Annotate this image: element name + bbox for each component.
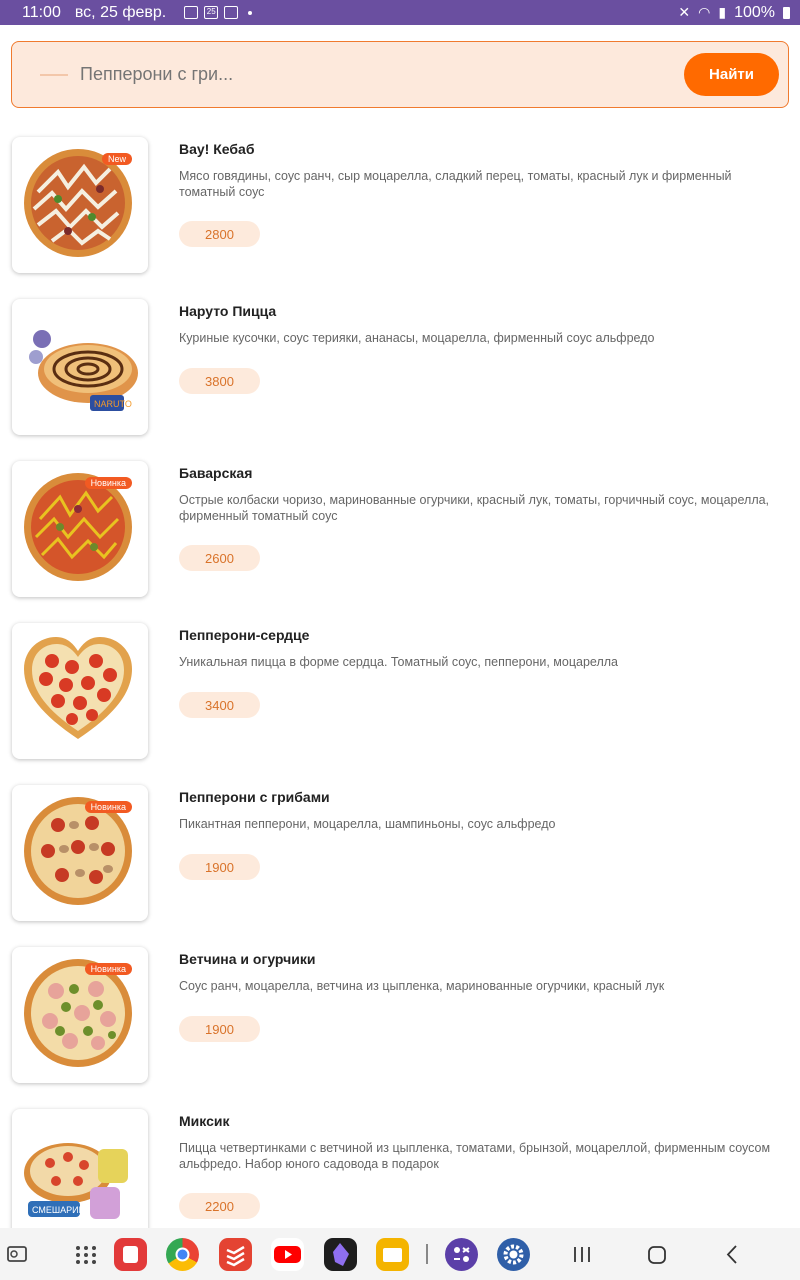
pizza-bavarian-image: Новинка bbox=[12, 461, 148, 597]
price-button[interactable]: 3400 bbox=[179, 692, 260, 718]
youtube-icon[interactable] bbox=[271, 1238, 304, 1271]
product-description: Мясо говядины, соус ранч, сыр моцарелла,… bbox=[179, 169, 732, 199]
battery-icon bbox=[783, 6, 790, 19]
back-button[interactable] bbox=[716, 1238, 749, 1271]
settings-icon[interactable] bbox=[497, 1238, 530, 1271]
product-description: Острые колбаски чоризо, маринованные огу… bbox=[179, 493, 770, 523]
product-card[interactable]: NARUTO Наруто Пицца Куриные кусочки, соу… bbox=[0, 299, 800, 461]
battery-percent: 100% bbox=[734, 3, 775, 21]
calendar-notification-icon: 25 bbox=[204, 6, 219, 19]
product-title: Вау! Кебаб bbox=[179, 141, 255, 157]
product-title: Пепперони-сердце bbox=[179, 627, 310, 643]
mute-icon: ✕ bbox=[678, 4, 691, 20]
price-button[interactable]: 1900 bbox=[179, 854, 260, 880]
new-badge: Новинка bbox=[84, 963, 132, 975]
contacts-notification-icon bbox=[224, 6, 239, 19]
price-button[interactable]: 3800 bbox=[179, 368, 260, 394]
search-input[interactable] bbox=[80, 64, 684, 85]
home-button[interactable] bbox=[640, 1238, 673, 1271]
product-title: Ветчина и огурчики bbox=[179, 951, 316, 967]
new-badge: New bbox=[101, 153, 132, 165]
pizza-pepperoni-mushroom-image: Новинка bbox=[12, 785, 148, 921]
price-button[interactable]: 1900 bbox=[179, 1016, 260, 1042]
new-badge: Новинка bbox=[84, 801, 132, 813]
price-button[interactable]: 2200 bbox=[179, 1193, 260, 1219]
more-notifications-icon bbox=[248, 10, 253, 15]
pizza-kebab-image: New bbox=[12, 137, 148, 273]
chrome-icon[interactable] bbox=[166, 1238, 199, 1271]
product-title: Пепперони с грибами bbox=[179, 789, 330, 805]
product-card[interactable]: Новинка Ветчина и огурчики Соус ранч, мо… bbox=[0, 947, 800, 1109]
wifi-icon: ◠ bbox=[698, 4, 711, 20]
notes-app-icon[interactable] bbox=[114, 1238, 147, 1271]
pizza-naruto-image: NARUTO bbox=[12, 299, 148, 435]
pizza-miksik-image: СМЕШАРИКИ bbox=[12, 1109, 148, 1245]
product-card[interactable]: Новинка Пепперони с грибами Пикантная пе… bbox=[0, 785, 800, 947]
obsidian-icon[interactable] bbox=[324, 1238, 357, 1271]
product-description: Пицца четвертинками с ветчиной из цыплен… bbox=[179, 1141, 771, 1171]
status-date: вс, 25 февр. bbox=[74, 3, 167, 21]
app-drawer-icon[interactable] bbox=[70, 1238, 103, 1271]
product-title: Миксик bbox=[179, 1113, 230, 1129]
product-card[interactable]: Новинка Баварская Острые колбаски чоризо… bbox=[0, 461, 800, 623]
recent-apps-icon[interactable] bbox=[4, 1238, 32, 1271]
search-divider bbox=[40, 73, 68, 76]
product-description: Куриные кусочки, соус терияки, ананасы, … bbox=[179, 331, 655, 345]
taskbar-divider bbox=[426, 1244, 428, 1264]
files-icon[interactable] bbox=[376, 1238, 409, 1271]
recents-button[interactable] bbox=[566, 1238, 599, 1271]
gallery-notification-icon bbox=[184, 6, 199, 19]
status-time: 11:00 bbox=[22, 3, 61, 21]
pizza-heart-image bbox=[12, 623, 148, 759]
product-title: Баварская bbox=[179, 465, 253, 481]
product-title: Наруто Пицца bbox=[179, 303, 277, 319]
navigation-bar bbox=[0, 1228, 800, 1280]
status-bar: 11:00 вс, 25 февр. 25 ✕ ◠ ▮ 100% bbox=[0, 0, 800, 25]
svg-text:СМЕШАРИКИ: СМЕШАРИКИ bbox=[32, 1205, 90, 1215]
signal-icon: ▮ bbox=[718, 4, 727, 20]
price-button[interactable]: 2600 bbox=[179, 545, 260, 571]
product-card[interactable]: Пепперони-сердце Уникальная пицца в форм… bbox=[0, 623, 800, 785]
product-description: Уникальная пицца в форме сердца. Томатны… bbox=[179, 655, 618, 669]
product-card[interactable]: New Вау! Кебаб Мясо говядины, соус ранч,… bbox=[0, 137, 800, 299]
price-button[interactable]: 2800 bbox=[179, 221, 260, 247]
pizza-ham-pickles-image: Новинка bbox=[12, 947, 148, 1083]
search-bar: Найти bbox=[11, 41, 789, 108]
product-description: Соус ранч, моцарелла, ветчина из цыпленк… bbox=[179, 979, 665, 993]
product-description: Пикантная пепперони, моцарелла, шампиньо… bbox=[179, 817, 556, 831]
apps-edge-icon[interactable] bbox=[445, 1238, 478, 1271]
search-button[interactable]: Найти bbox=[684, 53, 779, 96]
todoist-icon[interactable] bbox=[219, 1238, 252, 1271]
new-badge: Новинка bbox=[84, 477, 132, 489]
svg-text:NARUTO: NARUTO bbox=[94, 399, 132, 409]
